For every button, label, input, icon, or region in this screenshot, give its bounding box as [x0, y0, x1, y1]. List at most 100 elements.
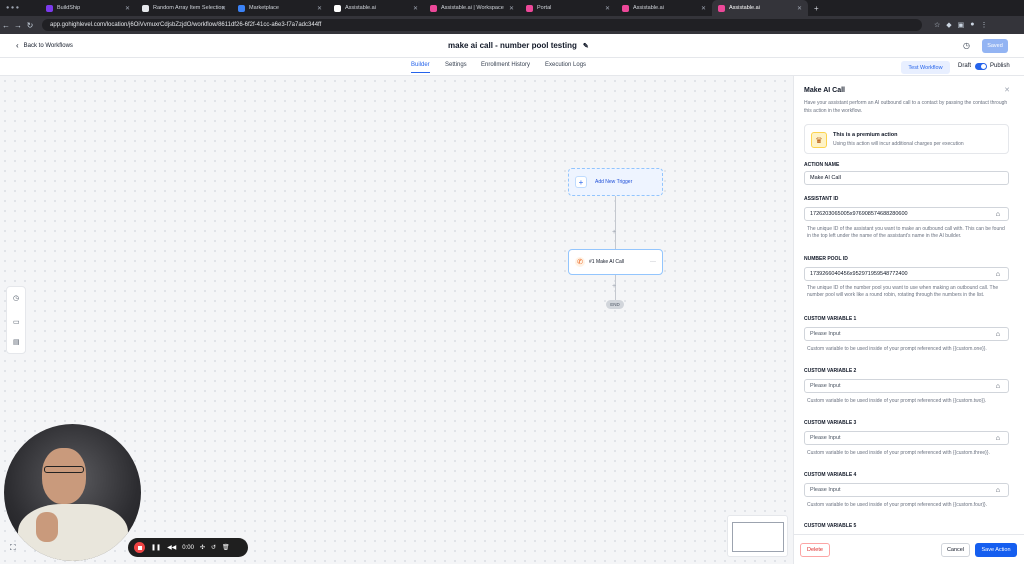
draft-label: Draft	[958, 63, 972, 69]
connector-line	[615, 196, 616, 249]
presenter-head	[42, 448, 86, 504]
custom-variable-1-help: Custom variable to be used inside of you…	[807, 346, 987, 352]
number-pool-help: The unique ID of the number pool you wan…	[807, 285, 999, 299]
tag-icon[interactable]: ⌂	[996, 271, 1000, 278]
delete-button[interactable]: Delete	[800, 543, 830, 557]
tab-favicon-icon	[526, 4, 533, 12]
comment-icon[interactable]: ▭	[13, 318, 20, 326]
expand-icon[interactable]: ⛶	[10, 543, 16, 553]
more-options-icon[interactable]: ···	[650, 259, 656, 265]
assistant-id-help: The unique ID of the assistant you want …	[807, 226, 1005, 240]
minimap-viewport[interactable]	[732, 522, 784, 552]
tab-favicon-icon	[430, 4, 437, 12]
forward-arrow-icon[interactable]: →	[12, 21, 24, 30]
tab-favicon-icon	[46, 4, 53, 12]
window-controls[interactable]: ● ● ●	[0, 5, 40, 11]
browser-tab[interactable]: Random Array Item Selection ✕	[136, 0, 232, 16]
reload-icon[interactable]: ↻	[24, 21, 36, 30]
menu-icon[interactable]: ⋮	[981, 21, 988, 29]
custom-variable-5-label: CUSTOM VARIABLE 5	[804, 523, 857, 529]
restart-icon[interactable]: ↺	[211, 544, 216, 551]
browser-tab[interactable]: Marketplace ✕	[232, 0, 328, 16]
saved-button[interactable]: Saved	[982, 38, 1008, 53]
minimap[interactable]	[727, 515, 788, 557]
browser-tab[interactable]: BuildShip ✕	[40, 0, 136, 16]
close-icon[interactable]: ✕	[317, 5, 322, 12]
tab-settings[interactable]: Settings	[445, 62, 467, 68]
custom-variable-3-field[interactable]: Please Input ⌂	[804, 431, 1009, 445]
number-pool-label: NUMBER POOL ID	[804, 256, 848, 262]
browser-tab[interactable]: Assistable.ai ✕	[328, 0, 424, 16]
trash-icon[interactable]: 🗑	[222, 544, 230, 551]
browser-tab-strip: ● ● ● BuildShip ✕ Random Array Item Selec…	[0, 0, 1024, 16]
close-icon[interactable]: ✕	[125, 5, 130, 12]
tag-icon[interactable]: ⌂	[996, 383, 1000, 390]
tag-icon[interactable]: ⌂	[996, 435, 1000, 442]
custom-variable-2-help: Custom variable to be used inside of you…	[807, 398, 987, 404]
pencil-icon[interactable]: ✎	[583, 42, 589, 50]
tab-favicon-icon	[142, 4, 149, 12]
puzzle-icon[interactable]: ▣	[958, 21, 965, 29]
publish-toggle[interactable]	[975, 63, 987, 70]
number-pool-field[interactable]: 1739266040456x952971959548772400 ⌂	[804, 267, 1009, 281]
tag-icon[interactable]: ⌂	[996, 331, 1000, 338]
extension-icon[interactable]: ◆	[946, 21, 951, 29]
presenter-body	[18, 504, 128, 561]
action-settings-panel: Make AI Call ✕ Have your assistant perfo…	[793, 76, 1024, 564]
panel-description: Have your assistant perform an AI outbou…	[804, 100, 1008, 114]
tab-builder[interactable]: Builder	[411, 62, 430, 73]
close-icon[interactable]: ✕	[221, 5, 226, 12]
close-icon[interactable]: ✕	[605, 5, 610, 12]
crown-icon: ♛	[811, 132, 827, 148]
premium-notice: ♛ This is a premium action Using this ac…	[804, 124, 1009, 154]
add-step-plus-icon[interactable]: +	[612, 229, 616, 236]
close-icon[interactable]: ✕	[1004, 86, 1010, 94]
close-icon[interactable]: ✕	[413, 5, 418, 12]
cancel-button[interactable]: Cancel	[941, 543, 970, 557]
presenter-glasses	[44, 466, 84, 473]
webcam-overlay	[4, 424, 141, 561]
custom-variable-2-field[interactable]: Please Input ⌂	[804, 379, 1009, 393]
canvas-tools: ◷ ▭ ▤	[6, 286, 26, 354]
grid-icon[interactable]: ✣	[200, 544, 205, 551]
tab-favicon-icon	[334, 4, 341, 12]
browser-tab[interactable]: Assistable.ai ✕	[616, 0, 712, 16]
stop-record-icon[interactable]	[134, 542, 145, 553]
tab-favicon-icon	[622, 4, 629, 12]
custom-variable-2-label: CUSTOM VARIABLE 2	[804, 368, 857, 374]
tab-enrollment-history[interactable]: Enrollment History	[481, 62, 530, 68]
back-to-workflows-link[interactable]: ‹ Back to Workflows	[16, 41, 73, 50]
app-header: ‹ Back to Workflows make ai call - numbe…	[0, 34, 1024, 58]
back-arrow-icon[interactable]: ←	[0, 21, 12, 30]
star-icon[interactable]: ☆	[934, 21, 940, 29]
assistant-id-field[interactable]: 1726203065005x976908574688280600 ⌂	[804, 207, 1009, 221]
custom-variable-1-field[interactable]: Please Input ⌂	[804, 327, 1009, 341]
add-trigger-node[interactable]: + Add New Trigger	[568, 168, 663, 196]
close-icon[interactable]: ✕	[509, 5, 514, 12]
action-name-field[interactable]: Make AI Call	[804, 171, 1009, 185]
presenter-hand	[36, 512, 58, 542]
rewind-icon[interactable]: ◀◀	[167, 544, 176, 551]
tag-icon[interactable]: ⌂	[996, 211, 1000, 218]
url-field[interactable]: app.gohighlevel.com/location/j6OiVvmuxrC…	[42, 19, 922, 31]
close-icon[interactable]: ✕	[701, 5, 706, 12]
tag-icon[interactable]: ⌂	[996, 487, 1000, 494]
make-ai-call-node[interactable]: ✆ #1 Make AI Call ···	[568, 249, 663, 275]
test-workflow-button[interactable]: Test Workflow	[901, 61, 950, 74]
browser-tab[interactable]: Portal ✕	[520, 0, 616, 16]
clock-icon[interactable]: ◷	[13, 294, 19, 302]
workflow-title[interactable]: make ai call - number pool testing ✎	[448, 41, 589, 50]
note-icon[interactable]: ▤	[13, 338, 20, 346]
close-icon[interactable]: ✕	[797, 5, 802, 12]
plus-icon: +	[575, 176, 587, 188]
browser-tab-active[interactable]: Assistable.ai ✕	[712, 0, 808, 16]
save-action-button[interactable]: Save Action	[975, 543, 1017, 557]
history-icon[interactable]: ◷	[963, 41, 970, 50]
new-tab-icon[interactable]: +	[814, 4, 819, 13]
tab-execution-logs[interactable]: Execution Logs	[545, 62, 586, 68]
browser-tab[interactable]: Assistable.ai | Workspace ✕	[424, 0, 520, 16]
pause-icon[interactable]: ❚❚	[151, 544, 161, 551]
add-step-plus-icon[interactable]: +	[612, 283, 616, 290]
custom-variable-4-field[interactable]: Please Input ⌂	[804, 483, 1009, 497]
profile-icon[interactable]: ●	[970, 21, 974, 29]
